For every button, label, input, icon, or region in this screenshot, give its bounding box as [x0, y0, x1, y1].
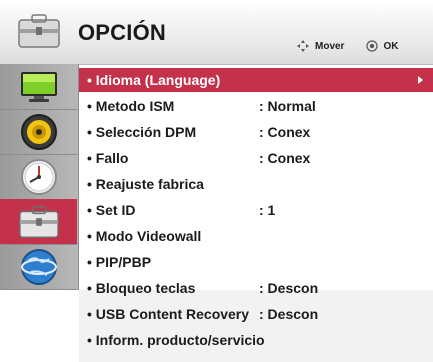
menu-item-value: : Normal	[259, 98, 316, 114]
menu-item-label: • Bloqueo teclas	[87, 280, 196, 296]
menu-item-value: : Descon	[259, 280, 319, 296]
ok-button-icon	[366, 40, 379, 52]
move-hint-label: Mover	[315, 40, 345, 52]
menu-item-label: • Inform. producto/servicio	[87, 332, 265, 348]
menu-item-usb-content-recovery[interactable]: • USB Content Recovery : Descon	[79, 302, 433, 326]
globe-icon	[20, 248, 57, 285]
menu-item-product-info[interactable]: • Inform. producto/servicio	[79, 328, 433, 352]
menu-item-dpm-select[interactable]: • Selección DPM : Conex	[79, 120, 433, 144]
toolbox-icon	[18, 205, 59, 238]
menu-item-ism-method[interactable]: • Metodo ISM : Normal	[79, 94, 433, 118]
sidebar-item-option[interactable]	[0, 199, 77, 245]
sidebar-item-time[interactable]	[0, 154, 77, 200]
speaker-icon	[20, 113, 57, 150]
menu-item-label: • Reajuste fabrica	[87, 176, 204, 192]
monitor-icon	[20, 71, 57, 102]
menu-item-label: • Fallo	[87, 150, 129, 166]
menu-item-videowall-mode[interactable]: • Modo Videowall	[79, 224, 433, 248]
sidebar-item-picture[interactable]	[0, 64, 77, 110]
dpad-icon	[297, 40, 309, 52]
submenu-arrow-icon	[418, 76, 423, 84]
menu-item-label: • Idioma (Language)	[87, 72, 221, 88]
ok-hint: OK	[366, 40, 398, 52]
menu-item-set-id[interactable]: • Set ID : 1	[79, 198, 433, 222]
menu-item-label: • Set ID	[87, 202, 136, 218]
menu-item-value: : 1	[259, 202, 276, 218]
toolbox-icon	[18, 14, 60, 48]
osd-menu: OPCIÓN Mover OK • Idioma (Language) • Me…	[0, 0, 433, 362]
menu-header: OPCIÓN Mover OK	[0, 0, 433, 65]
menu-item-value: : Conex	[259, 150, 311, 166]
category-sidebar	[0, 64, 79, 290]
menu-item-pip-pbp[interactable]: • PIP/PBP	[79, 250, 433, 274]
ok-hint-label: OK	[383, 40, 399, 52]
menu-item-value: : Conex	[259, 124, 311, 140]
menu-item-label: • Selección DPM	[87, 124, 197, 140]
menu-item-label: • Modo Videowall	[87, 228, 202, 244]
menu-item-key-lock[interactable]: • Bloqueo teclas : Descon	[79, 276, 433, 300]
sidebar-item-network[interactable]	[0, 244, 77, 290]
clock-icon	[20, 158, 57, 195]
menu-item-language[interactable]: • Idioma (Language)	[79, 68, 433, 92]
page-title: OPCIÓN	[78, 20, 166, 45]
menu-item-value: : Descon	[259, 306, 319, 322]
menu-item-label: • Metodo ISM	[87, 98, 175, 114]
menu-item-label: • PIP/PBP	[87, 254, 152, 270]
menu-item-fail-over[interactable]: • Fallo : Conex	[79, 146, 433, 170]
sidebar-item-audio[interactable]	[0, 109, 77, 155]
menu-item-label: • USB Content Recovery	[87, 306, 250, 322]
key-hints: Mover OK	[296, 38, 398, 54]
menu-item-factory-reset[interactable]: • Reajuste fabrica	[79, 172, 433, 196]
